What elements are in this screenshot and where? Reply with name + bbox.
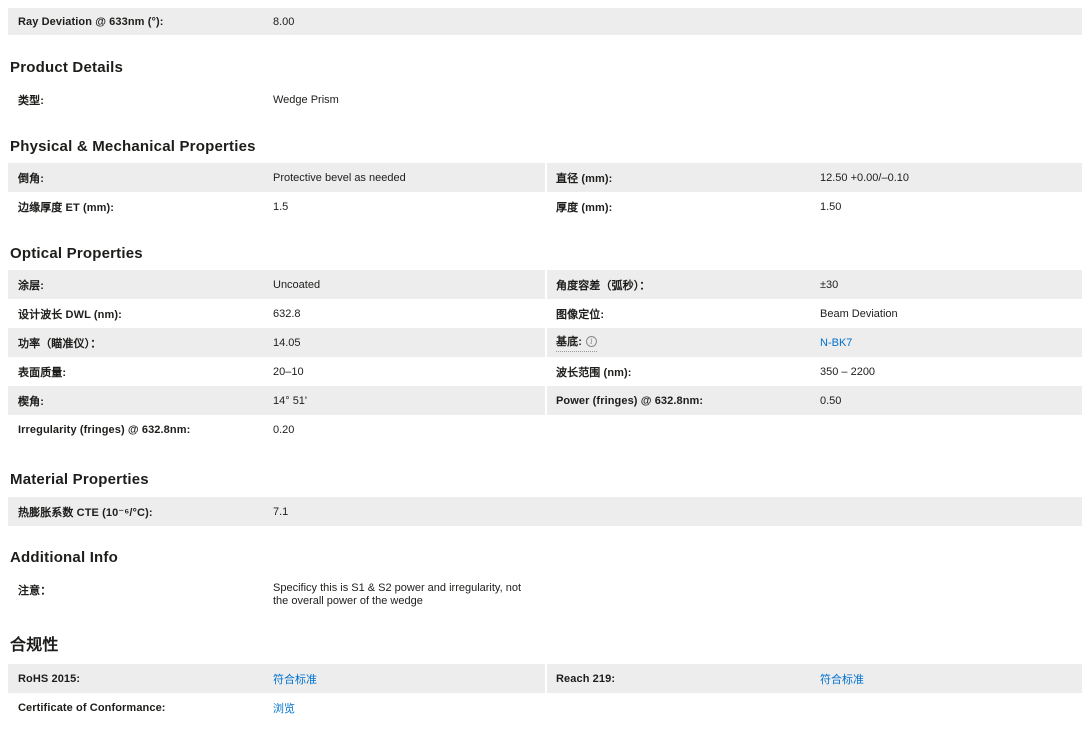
reach-compliant-link[interactable]: 符合标准: [820, 674, 864, 686]
spec-value-reach: 符合标准: [820, 671, 1082, 687]
spec-value-type: Wedge Prism: [273, 93, 339, 106]
spec-cell: 基底: i N-BK7: [547, 328, 1082, 357]
spec-value-edge-thickness: 1.5: [273, 200, 289, 213]
spec-value-surface-quality: 20–10: [273, 365, 304, 378]
spec-row-wedge-powerfringes: 楔角: 14° 51' Power (fringes) @ 632.8nm: 0…: [8, 386, 1082, 415]
spec-value-design-wavelength: 632.8: [273, 307, 301, 320]
spec-value-bevel: Protective bevel as needed: [273, 171, 406, 184]
spec-cell: 涂层: Uncoated: [8, 270, 545, 299]
spec-row-edge-thickness: 边缘厚度 ET (mm): 1.5 厚度 (mm): 1.50: [8, 192, 1082, 221]
spec-cell: 热膨胀系数 CTE (10⁻⁶/°C): 7.1: [8, 497, 1082, 526]
spec-row-rohs-reach: RoHS 2015: 符合标准 Reach 219: 符合标准: [8, 664, 1082, 693]
spec-value-power-collimator: 14.05: [273, 336, 301, 349]
spec-cell: 楔角: 14° 51': [8, 386, 545, 415]
spec-row-certificate: Certificate of Conformance: 浏览: [8, 693, 1082, 722]
spec-value-angle-tolerance: ±30: [820, 278, 839, 291]
spec-cell: 波长范围 (nm): 350 – 2200: [547, 357, 1082, 386]
spec-label-bevel: 倒角:: [18, 172, 44, 185]
spec-cell: 厚度 (mm): 1.50: [547, 192, 1082, 221]
spec-cell: Power (fringes) @ 632.8nm: 0.50: [547, 386, 1082, 415]
spec-label-irregularity: Irregularity (fringes) @ 632.8nm:: [18, 423, 191, 436]
spec-label-edge-thickness: 边缘厚度 ET (mm):: [18, 201, 115, 214]
section-heading-physical-mechanical: Physical & Mechanical Properties: [10, 138, 256, 155]
spec-row-bevel-diameter: 倒角: Protective bevel as needed 直径 (mm): …: [8, 163, 1082, 192]
section-heading-optical: Optical Properties: [10, 245, 143, 262]
spec-value-irregularity: 0.20: [273, 423, 295, 436]
spec-value-wavelength-range: 350 – 2200: [820, 365, 876, 378]
spec-label-angle-tolerance: 角度容差（弧秒）：: [556, 279, 651, 292]
section-heading-compliance: 合规性: [10, 637, 59, 654]
spec-row-dwl-orientation: 设计波长 DWL (nm): 632.8 图像定位: Beam Deviatio…: [8, 299, 1082, 328]
spec-value-wedge-angle: 14° 51': [273, 394, 308, 407]
spec-row-coating-angle: 涂层: Uncoated 角度容差（弧秒）： ±30: [8, 270, 1082, 299]
spec-label-design-wavelength: 设计波长 DWL (nm):: [18, 308, 122, 321]
spec-cell: 设计波长 DWL (nm): 632.8: [8, 299, 545, 328]
spec-cell: 类型: Wedge Prism: [8, 86, 1082, 113]
spec-value-power-fringes: 0.50: [820, 394, 842, 407]
spec-row-irregularity: Irregularity (fringes) @ 632.8nm: 0.20: [8, 415, 1082, 444]
spec-cell: 图像定位: Beam Deviation: [547, 299, 1082, 328]
spec-label-coating: 涂层:: [18, 279, 44, 292]
spec-label-power-collimator: 功率（瞄准仪）：: [18, 337, 102, 350]
spec-value-thickness: 1.50: [820, 200, 842, 213]
section-heading-material: Material Properties: [10, 471, 149, 488]
spec-value-certificate: 浏览: [273, 700, 1082, 716]
spec-cell: 角度容差（弧秒）： ±30: [547, 270, 1082, 299]
spec-label-surface-quality: 表面质量:: [18, 366, 67, 379]
spec-row-surface-wavelength: 表面质量: 20–10 波长范围 (nm): 350 – 2200: [8, 357, 1082, 386]
spec-value-ray-deviation: 8.00: [273, 15, 295, 28]
spec-value-cte: 7.1: [273, 505, 289, 518]
spec-value-note: Specificy this is S1 & S2 power and irre…: [273, 582, 522, 607]
spec-label-cte: 热膨胀系数 CTE (10⁻⁶/°C):: [18, 506, 153, 519]
spec-row-note: 注意： Specificy this is S1 & S2 power and …: [8, 575, 1082, 620]
spec-cell: 直径 (mm): 12.50 +0.00/–0.10: [547, 163, 1082, 192]
substrate-tooltip-term[interactable]: 基底: i: [556, 333, 597, 352]
spec-cell: 表面质量: 20–10: [8, 357, 545, 386]
spec-cell: 边缘厚度 ET (mm): 1.5: [8, 192, 545, 221]
spec-value-rohs: 符合标准: [273, 671, 545, 687]
spec-label-note: 注意：: [18, 585, 52, 597]
spec-value-diameter: 12.50 +0.00/–0.10: [820, 171, 909, 184]
spec-value-coating: Uncoated: [273, 278, 321, 291]
section-heading-additional-info: Additional Info: [10, 549, 118, 566]
info-icon[interactable]: i: [585, 335, 597, 347]
spec-cell: Irregularity (fringes) @ 632.8nm: 0.20: [8, 415, 1082, 444]
spec-cell: Certificate of Conformance: 浏览: [8, 693, 1082, 722]
spec-value-substrate: N-BK7: [820, 337, 1082, 349]
spec-row-cte: 热膨胀系数 CTE (10⁻⁶/°C): 7.1: [8, 497, 1082, 526]
spec-cell: RoHS 2015: 符合标准: [8, 664, 545, 693]
spec-label-thickness: 厚度 (mm):: [556, 201, 613, 214]
spec-row-type: 类型: Wedge Prism: [8, 86, 1082, 113]
spec-label-type: 类型:: [18, 94, 44, 107]
rohs-compliant-link[interactable]: 符合标准: [273, 674, 317, 686]
spec-cell: Ray Deviation @ 633nm (°): 8.00: [8, 8, 1082, 35]
section-heading-product-details: Product Details: [10, 59, 124, 76]
spec-label-ray-deviation: Ray Deviation @ 633nm (°):: [18, 15, 164, 28]
spec-value-image-orientation: Beam Deviation: [820, 307, 898, 320]
spec-label-diameter: 直径 (mm):: [556, 172, 613, 185]
product-spec-page: Ray Deviation @ 633nm (°): 8.00 Product …: [0, 8, 1090, 722]
spec-label-wedge-angle: 楔角:: [18, 395, 44, 408]
spec-cell: Reach 219: 符合标准: [547, 664, 1082, 693]
spec-label-rohs: RoHS 2015:: [18, 672, 81, 685]
substrate-label-text: 基底:: [556, 336, 582, 348]
spec-label-certificate: Certificate of Conformance:: [18, 701, 166, 714]
spec-cell: 倒角: Protective bevel as needed: [8, 163, 545, 192]
spec-row-power-substrate: 功率（瞄准仪）： 14.05 基底: i N-BK7: [8, 328, 1082, 357]
certificate-view-link[interactable]: 浏览: [273, 703, 295, 715]
spec-label-image-orientation: 图像定位:: [556, 308, 605, 321]
spec-cell: 功率（瞄准仪）： 14.05: [8, 328, 545, 357]
spec-cell: 注意： Specificy this is S1 & S2 power and …: [8, 575, 1082, 620]
spec-label-substrate: 基底: i: [547, 333, 820, 352]
spec-label-wavelength-range: 波长范围 (nm):: [556, 366, 632, 379]
spec-label-power-fringes: Power (fringes) @ 632.8nm:: [556, 394, 704, 407]
spec-label-reach: Reach 219:: [556, 672, 616, 685]
spec-row-ray-deviation: Ray Deviation @ 633nm (°): 8.00: [8, 8, 1082, 35]
substrate-link[interactable]: N-BK7: [820, 337, 852, 349]
